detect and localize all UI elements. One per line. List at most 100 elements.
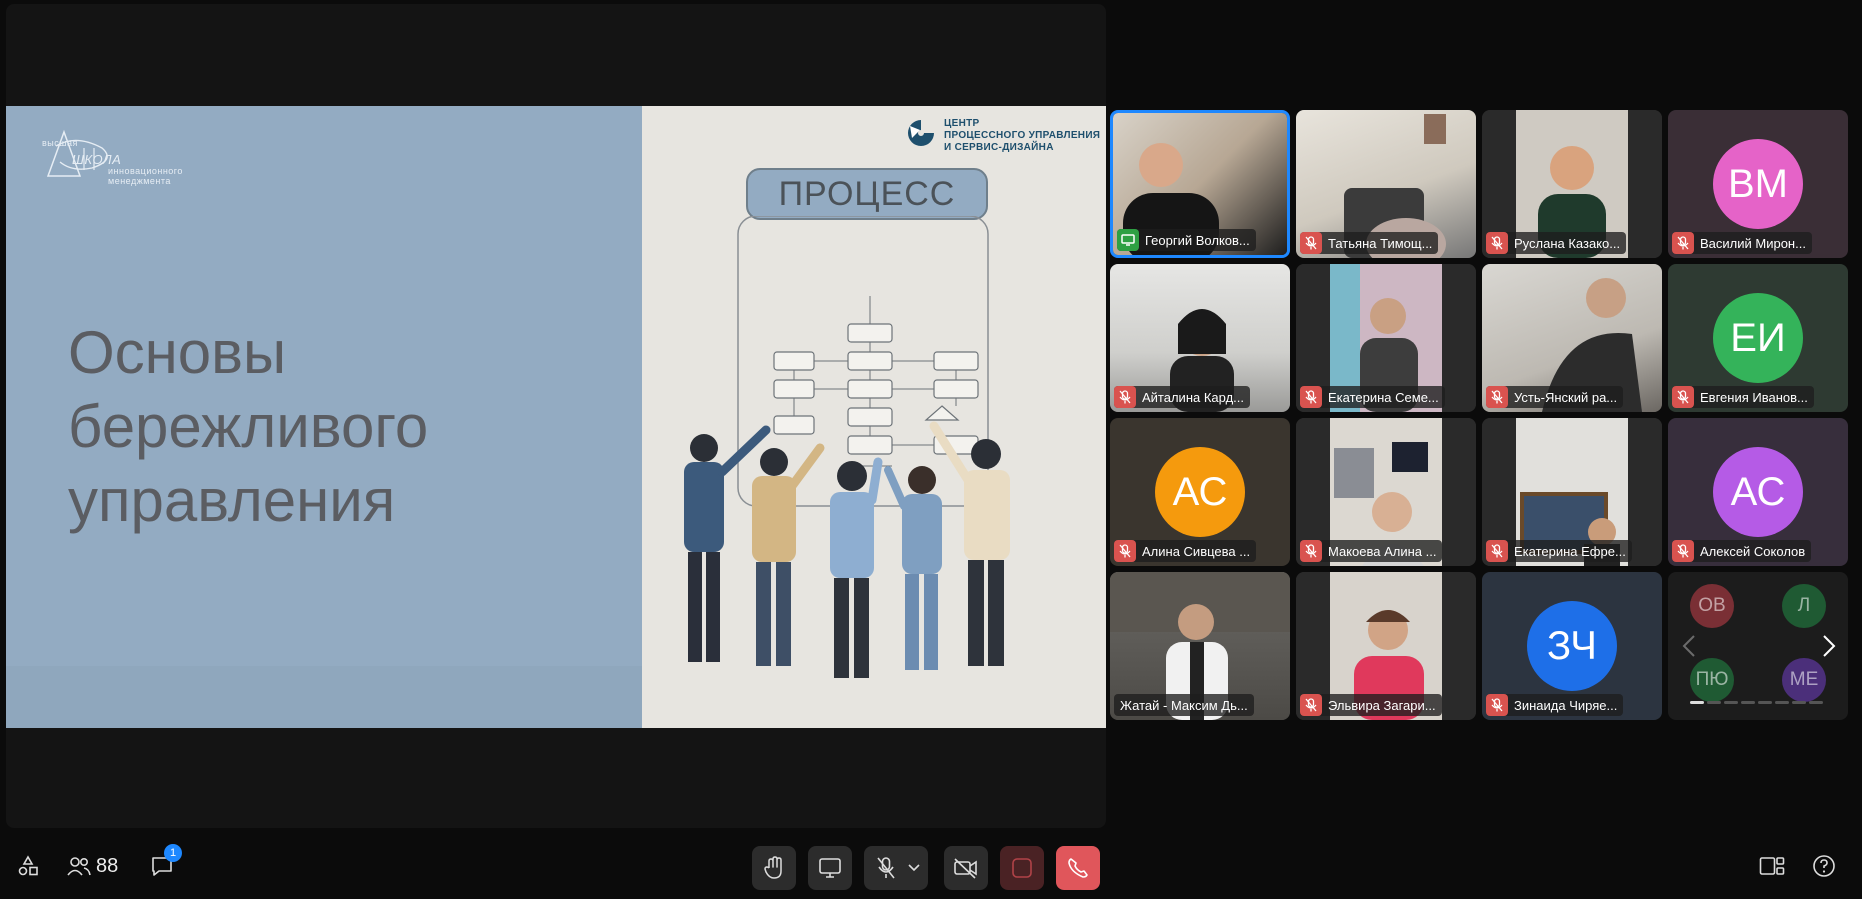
mic-muted-icon: [1114, 540, 1136, 562]
school-logo: высшая ШКОЛА инновационного менеджмента: [36, 126, 206, 186]
participant-name: Айталина Кард...: [1142, 389, 1244, 405]
participant-tile[interactable]: Эльвира Загари...: [1296, 572, 1476, 720]
school-logo-line4: менеджмента: [108, 176, 171, 186]
participant-label: Татьяна Тимощ...: [1300, 232, 1439, 254]
participant-name: Эльвира Загари...: [1328, 697, 1436, 713]
mic-muted-icon: [1672, 232, 1694, 254]
participant-name: Василий Мирон...: [1700, 235, 1806, 251]
slide-title: Основы бережливого управления: [68, 316, 588, 538]
center-logo-line: ПРОЦЕССНОГО УПРАВЛЕНИЯ: [944, 130, 1101, 141]
participant-label: Эльвира Загари...: [1300, 694, 1442, 716]
layout-icon: [1759, 857, 1785, 875]
mic-muted-icon: [1672, 540, 1694, 562]
camera-button[interactable]: [944, 846, 988, 890]
mic-off-icon: [877, 857, 895, 879]
participant-avatar: ЕИ: [1713, 293, 1803, 383]
mic-muted-icon: [1114, 386, 1136, 408]
more-participant-avatar: ПЮ: [1690, 658, 1734, 702]
stop-icon: [1012, 858, 1032, 878]
more-participant-avatar: МЕ: [1782, 658, 1826, 702]
participant-tile[interactable]: АС Алексей Соколов: [1668, 418, 1848, 566]
participant-label: Екатерина Семе...: [1300, 386, 1445, 408]
participant-name: Екатерина Семе...: [1328, 389, 1439, 405]
participant-tile[interactable]: ВМ Василий Мирон...: [1668, 110, 1848, 258]
participant-name: Евгения Иванов...: [1700, 389, 1808, 405]
participant-tile[interactable]: Руслана Казако...: [1482, 110, 1662, 258]
participant-label: Руслана Казако...: [1486, 232, 1627, 254]
people-icon: [67, 857, 91, 876]
participants-count: 88: [96, 854, 119, 877]
slide-title-line: Основы: [68, 319, 287, 386]
participant-tile[interactable]: ЕИ Евгения Иванов...: [1668, 264, 1848, 412]
participant-label: Алина Сивцева ...: [1114, 540, 1257, 562]
screen-share-button[interactable]: [808, 846, 852, 890]
participant-grid: Георгий Волков... Татьяна Тимощ... Русла…: [1110, 110, 1848, 724]
participant-tile[interactable]: АС Алина Сивцева ...: [1110, 418, 1290, 566]
participant-tile[interactable]: Георгий Волков...: [1110, 110, 1290, 258]
participant-tile[interactable]: Жатай - Максим Дь...: [1110, 572, 1290, 720]
chevron-left-icon[interactable]: [1682, 634, 1696, 663]
participant-tile[interactable]: Татьяна Тимощ...: [1296, 110, 1476, 258]
participant-tile[interactable]: Екатерина Семе...: [1296, 264, 1476, 412]
center-logo-line: ЦЕНТР: [944, 118, 980, 129]
hang-up-button[interactable]: [1056, 846, 1100, 890]
raise-hand-button[interactable]: [752, 846, 796, 890]
more-participants-tile[interactable]: ОВ Л ПЮ МЕ: [1668, 572, 1848, 720]
participant-avatar: АС: [1155, 447, 1245, 537]
mic-muted-icon: [1486, 232, 1508, 254]
participant-tile[interactable]: Екатерина Ефре...: [1482, 418, 1662, 566]
presentation-slide: высшая ШКОЛА инновационного менеджмента …: [6, 106, 1106, 728]
more-participant-avatar: ОВ: [1690, 584, 1734, 628]
participant-tile[interactable]: ЗЧ Зинаида Чиряе...: [1482, 572, 1662, 720]
participant-name: Жатай - Максим Дь...: [1120, 697, 1248, 713]
chevron-down-icon[interactable]: [908, 864, 920, 872]
screen-share-stage: высшая ШКОЛА инновационного менеджмента …: [6, 4, 1106, 828]
slide-left-panel: высшая ШКОЛА инновационного менеджмента …: [6, 106, 642, 728]
help-button[interactable]: [1810, 852, 1838, 880]
hand-icon: [764, 856, 782, 879]
participant-tile[interactable]: Усть-Янский ра...: [1482, 264, 1662, 412]
school-logo-line2: ШКОЛА: [72, 152, 122, 167]
participant-tile[interactable]: Макоева Алина ...: [1296, 418, 1476, 566]
bottom-toolbar: 88 1: [0, 840, 1862, 899]
phone-icon: [1068, 858, 1088, 878]
chat-button[interactable]: 1: [148, 844, 182, 880]
help-icon: [1813, 855, 1835, 877]
process-label: ПРОЦЕСС: [746, 168, 988, 220]
screen-share-icon: [1117, 229, 1139, 251]
participant-label: Айталина Кард...: [1114, 386, 1250, 408]
apps-button[interactable]: [14, 852, 42, 880]
participant-label: Георгий Волков...: [1117, 229, 1256, 251]
participant-name: Зинаида Чиряе...: [1514, 697, 1618, 713]
slide-title-line: управления: [68, 467, 396, 534]
monitor-icon: [819, 858, 841, 878]
microphone-button[interactable]: [864, 846, 928, 890]
page-indicator: [1690, 701, 1823, 704]
slide-title-line: бережливого: [68, 393, 429, 460]
slide-right-panel: ЦЕНТР ПРОЦЕССНОГО УПРАВЛЕНИЯ И СЕРВИС-ДИ…: [642, 106, 1106, 728]
participant-tile[interactable]: Айталина Кард...: [1110, 264, 1290, 412]
participant-name: Алина Сивцева ...: [1142, 543, 1251, 559]
mic-muted-icon: [1672, 386, 1694, 408]
participant-name: Екатерина Ефре...: [1514, 543, 1626, 559]
mic-muted-icon: [1300, 694, 1322, 716]
mic-muted-icon: [1300, 540, 1322, 562]
layout-button[interactable]: [1758, 852, 1786, 880]
team-flowchart-illustration: [684, 216, 1010, 678]
shapes-icon: [18, 855, 38, 876]
participants-button[interactable]: 88: [66, 852, 118, 880]
participant-avatar: АС: [1713, 447, 1803, 537]
participant-name: Макоева Алина ...: [1328, 543, 1437, 559]
participant-label: Евгения Иванов...: [1672, 386, 1814, 408]
participant-name: Руслана Казако...: [1514, 235, 1621, 251]
mic-muted-icon: [1486, 386, 1508, 408]
participant-avatar: ЗЧ: [1527, 601, 1617, 691]
participant-label: Усть-Янский ра...: [1486, 386, 1624, 408]
participant-avatar: ВМ: [1713, 139, 1803, 229]
camera-off-icon: [954, 858, 977, 879]
chevron-right-icon[interactable]: [1822, 634, 1836, 663]
record-button[interactable]: [1000, 846, 1044, 890]
conference-window: высшая ШКОЛА инновационного менеджмента …: [0, 0, 1862, 899]
slide-bottom-band: [6, 666, 642, 728]
participant-name: Усть-Янский ра...: [1514, 389, 1618, 405]
